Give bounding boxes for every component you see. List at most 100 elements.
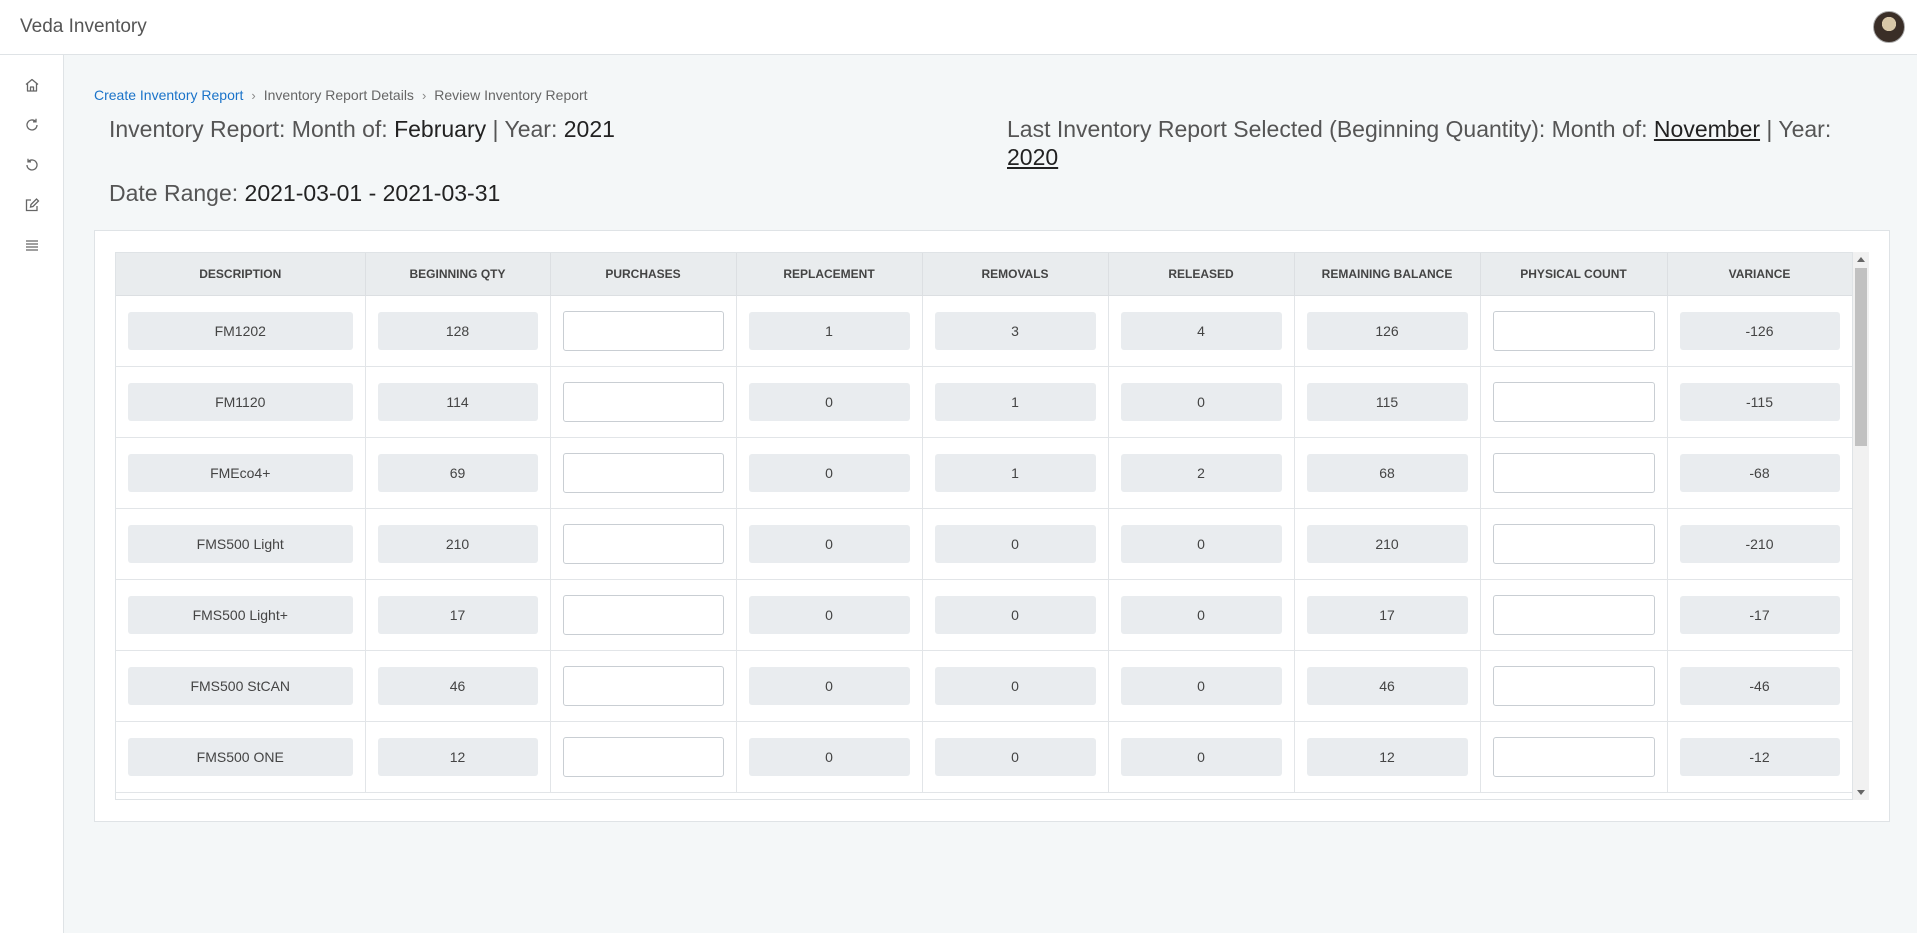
breadcrumb: Create Inventory Report › Inventory Repo… [94,87,588,103]
physical-count-input[interactable] [1492,453,1655,493]
scroll-up-arrow-icon[interactable] [1857,257,1865,262]
undo-icon[interactable] [22,155,42,175]
physical-count-input[interactable] [1492,382,1655,422]
last-report-year-link[interactable]: 2020 [1007,144,1058,170]
column-header: RELEASED [1108,253,1295,296]
list-icon[interactable] [22,235,42,255]
table-cell [1480,721,1668,793]
breadcrumb-review-inventory-report: Review Inventory Report [434,87,588,103]
table-cell: 0 [1108,579,1295,651]
table-cell: FMEco4+ [116,437,366,509]
variance-field: -210 [1679,525,1840,563]
top-bar: Veda Inventory [0,0,1917,55]
table-cell: 1 [736,295,923,367]
table-cell: FM1202 [116,295,366,367]
beginning-qty-field: 46 [377,667,538,705]
table-row: FMEco4+ 69 0 1 2 68 -68 [116,437,1852,509]
purchases-input[interactable] [562,453,724,493]
replacement-field: 0 [748,596,910,634]
purchases-input[interactable] [562,311,724,351]
remaining-balance-field: 126 [1306,312,1468,350]
table-cell: -126 [1667,295,1852,367]
beginning-qty-field: 17 [377,596,538,634]
purchases-input[interactable] [562,382,724,422]
table-header-row: DESCRIPTION BEGINNING QTY PURCHASES REPL… [116,253,1852,296]
table-cell [1480,437,1668,509]
beginning-qty-field: 114 [377,383,538,421]
table-cell: 68 [1294,437,1481,509]
table-cell [1480,366,1668,438]
breadcrumb-separator: › [421,87,427,103]
variance-field: -126 [1679,312,1840,350]
scroll-thumb[interactable] [1855,268,1867,446]
scroll-down-arrow-icon[interactable] [1857,790,1865,795]
released-field: 4 [1120,312,1282,350]
column-header: DESCRIPTION [116,253,366,296]
table-cell: 17 [1294,579,1481,651]
table-cell [550,721,737,793]
table-cell: 128 [365,295,551,367]
physical-count-input[interactable] [1492,666,1655,706]
remaining-balance-field: 68 [1306,454,1468,492]
physical-count-input[interactable] [1492,595,1655,635]
last-report-month-link[interactable]: November [1654,116,1760,142]
refresh-icon[interactable] [22,115,42,135]
physical-count-input[interactable] [1492,524,1655,564]
app-title: Veda Inventory [20,16,147,37]
table-cell [550,295,737,367]
table-cell: 0 [736,579,923,651]
edit-icon[interactable] [22,195,42,215]
table-cell: 46 [365,650,551,722]
table-cell: 0 [922,721,1109,793]
table-cell: 0 [922,508,1109,580]
home-icon[interactable] [22,75,42,95]
table-cell [550,366,737,438]
remaining-balance-field: 46 [1306,667,1468,705]
table-cell: FM1120 [116,366,366,438]
remaining-balance-field: 210 [1306,525,1468,563]
purchases-input[interactable] [562,666,724,706]
table-cell: 0 [736,366,923,438]
remaining-balance-field: 12 [1306,738,1468,776]
table-cell [550,437,737,509]
table-row: FMS500 ONE 12 0 0 0 12 -12 [116,721,1852,793]
table-cell: FMS500 Light+ [116,579,366,651]
variance-field: -68 [1679,454,1840,492]
released-field: 2 [1120,454,1282,492]
table-cell: 1 [922,366,1109,438]
table-cell: -210 [1667,508,1852,580]
purchases-input[interactable] [562,737,724,777]
table-cell: -115 [1667,366,1852,438]
description-field: FMS500 ONE [128,738,353,776]
description-field: FMS500 Light [128,525,353,563]
purchases-input[interactable] [562,595,724,635]
table-cell: 126 [1294,295,1481,367]
table-cell: 0 [1108,366,1295,438]
report-year: 2021 [563,116,615,142]
column-header: VARIANCE [1667,253,1852,296]
replacement-field: 0 [748,383,910,421]
breadcrumb-create-inventory-report[interactable]: Create Inventory Report [94,87,243,103]
physical-count-input[interactable] [1492,311,1655,351]
table-cell [1480,295,1668,367]
removals-field: 3 [934,312,1096,350]
date-range-label: Date Range: [109,180,245,206]
table-cell: 1 [922,437,1109,509]
inventory-table-container[interactable]: DESCRIPTION BEGINNING QTY PURCHASES REPL… [115,252,1853,800]
breadcrumb-inventory-report-details[interactable]: Inventory Report Details [264,87,414,103]
beginning-qty-field: 210 [377,525,538,563]
table-cell: -46 [1667,650,1852,722]
last-report-heading: Last Inventory Report Selected (Beginnin… [1007,115,1867,171]
column-header: REMOVALS [922,253,1109,296]
released-field: 0 [1120,383,1282,421]
table-cell: 0 [736,437,923,509]
physical-count-input[interactable] [1492,737,1655,777]
report-year-label: | Year: [486,116,564,142]
column-header: PURCHASES [550,253,737,296]
table-cell [1480,508,1668,580]
table-scrollbar[interactable] [1853,252,1869,800]
user-avatar[interactable] [1873,11,1905,43]
beginning-qty-field: 12 [377,738,538,776]
purchases-input[interactable] [562,524,724,564]
table-cell: 3 [922,295,1109,367]
